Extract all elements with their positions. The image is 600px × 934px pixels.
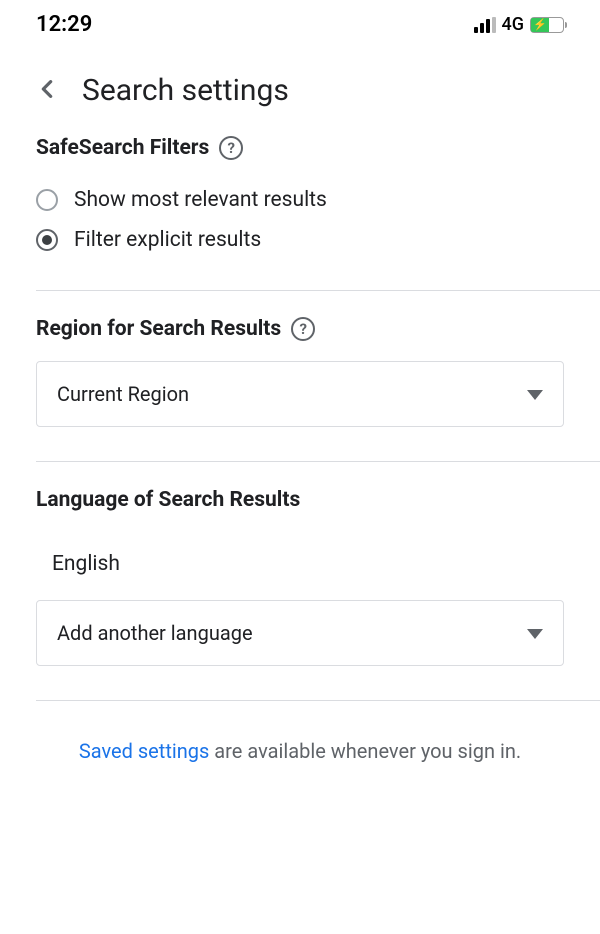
footer-text: Saved settings are available whenever yo… xyxy=(0,701,600,763)
page-title: Search settings xyxy=(82,73,289,108)
region-section: Region for Search Results ? Current Regi… xyxy=(0,291,600,427)
footer-rest: are available whenever you sign in. xyxy=(209,739,521,763)
page-header: Search settings xyxy=(0,49,600,136)
language-add-label: Add another language xyxy=(57,621,253,645)
status-time: 12:29 xyxy=(36,12,92,37)
status-bar: 12:29 4G ⚡ xyxy=(0,0,600,49)
language-title-row: Language of Search Results xyxy=(36,488,300,512)
radio-icon xyxy=(36,189,58,211)
language-current: English xyxy=(36,532,564,600)
battery-icon: ⚡ xyxy=(530,17,564,33)
radio-filter[interactable]: Filter explicit results xyxy=(36,228,564,252)
chevron-down-icon xyxy=(527,385,543,404)
language-section: Language of Search Results English Add a… xyxy=(0,462,600,666)
safesearch-title-row: SafeSearch Filters ? xyxy=(36,136,243,160)
back-icon[interactable] xyxy=(36,74,58,108)
radio-relevant[interactable]: Show most relevant results xyxy=(36,188,564,212)
signal-icon xyxy=(474,17,496,33)
region-dropdown[interactable]: Current Region xyxy=(36,361,564,427)
saved-settings-link[interactable]: Saved settings xyxy=(79,739,210,763)
chevron-down-icon xyxy=(527,624,543,643)
status-right: 4G ⚡ xyxy=(474,14,565,35)
language-title: Language of Search Results xyxy=(36,488,300,512)
safesearch-radio-group: Show most relevant results Filter explic… xyxy=(36,188,564,252)
charging-icon: ⚡ xyxy=(533,19,547,30)
radio-icon xyxy=(36,229,58,251)
radio-label: Filter explicit results xyxy=(74,228,261,252)
help-icon[interactable]: ? xyxy=(219,136,243,160)
region-title: Region for Search Results xyxy=(36,317,281,341)
help-icon[interactable]: ? xyxy=(291,317,315,341)
safesearch-title: SafeSearch Filters xyxy=(36,136,209,160)
region-title-row: Region for Search Results ? xyxy=(36,317,315,341)
network-label: 4G xyxy=(502,14,525,35)
region-selected: Current Region xyxy=(57,382,189,406)
language-add-dropdown[interactable]: Add another language xyxy=(36,600,564,666)
radio-label: Show most relevant results xyxy=(74,188,327,212)
safesearch-section: SafeSearch Filters ? Show most relevant … xyxy=(0,136,600,252)
